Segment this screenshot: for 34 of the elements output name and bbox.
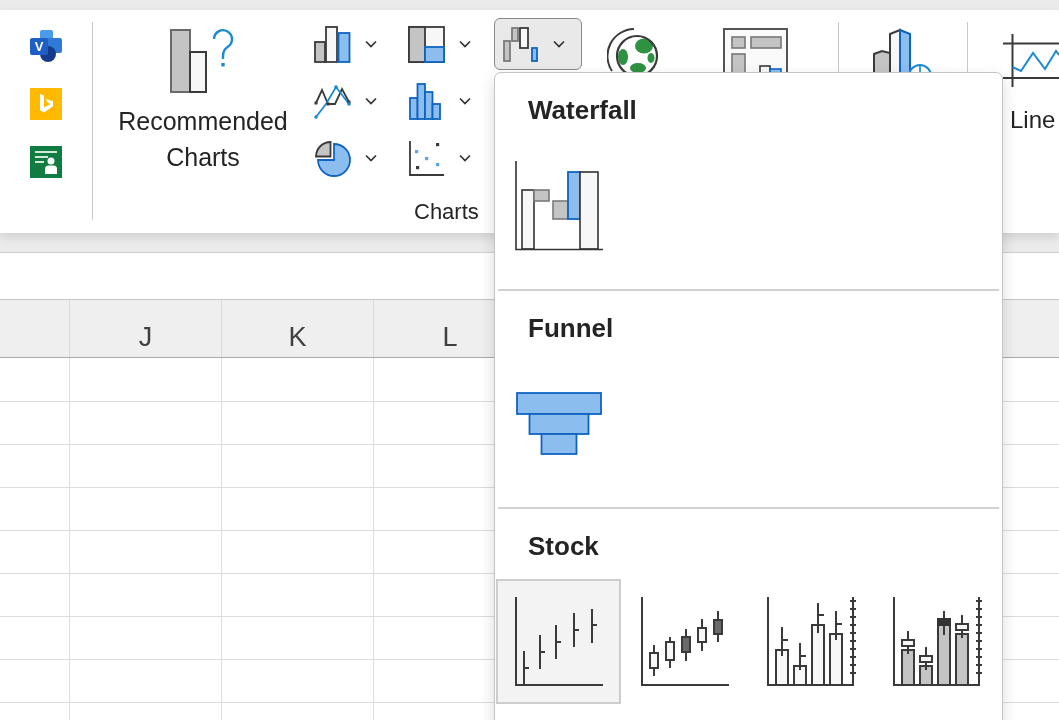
group-label: Charts [414, 199, 479, 225]
chevron-down-icon [459, 154, 471, 162]
column-header[interactable]: K [222, 300, 374, 357]
line-chart-icon [314, 82, 351, 120]
section-heading: Stock [528, 532, 599, 560]
chevron-down-icon [365, 40, 377, 48]
chevron-down-icon [459, 40, 471, 48]
chevron-down-icon [365, 97, 377, 105]
pie-chart-icon [314, 139, 351, 177]
waterfall-chart-icon [513, 160, 604, 251]
chart-type-button[interactable] [494, 18, 582, 70]
section-heading: Funnel [528, 314, 614, 342]
volume-high-low-close-chart-icon [765, 596, 856, 687]
recommended-charts-button[interactable]: Recommended Charts [107, 18, 299, 175]
chevron-down-icon [459, 97, 471, 105]
chevron-down-icon [365, 154, 377, 162]
volume-candlestick-chart-icon [891, 596, 982, 687]
section-heading: Waterfall [528, 96, 637, 124]
chevron-down-icon [553, 40, 565, 48]
high-low-close-chart-icon [513, 596, 604, 687]
person-card-icon[interactable] [30, 146, 62, 178]
column-header[interactable]: J [70, 300, 222, 357]
candlestick-chart-icon [639, 596, 730, 687]
scatter-chart-icon [408, 139, 445, 177]
sparkline-icon [1000, 32, 1059, 88]
funnel-chart-icon [515, 391, 602, 456]
chart-question-icon [170, 28, 236, 94]
chart-option[interactable] [496, 579, 621, 704]
treemap-icon [408, 25, 445, 63]
line-sparkline-button[interactable]: Line [1000, 32, 1059, 134]
column-header[interactable]: L [374, 300, 494, 357]
column-chart-icon [314, 25, 351, 63]
waterfall-chart-icon [502, 25, 539, 63]
table-chart-icon[interactable] [723, 28, 789, 72]
